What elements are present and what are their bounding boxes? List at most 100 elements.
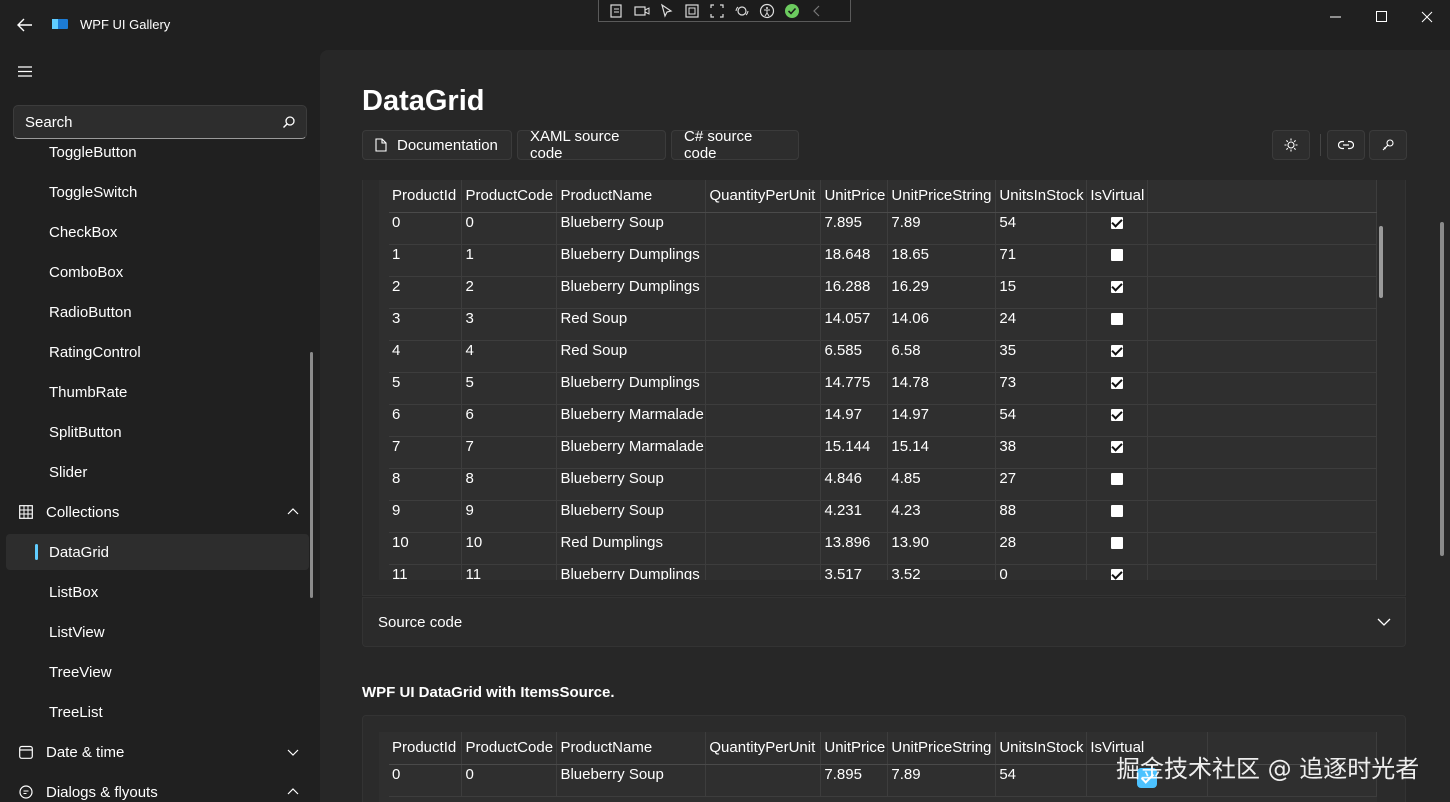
table-cell[interactable]: 16.29: [887, 276, 997, 309]
sidebar-group-dialogs-flyouts[interactable]: Dialogs & flyouts: [6, 774, 309, 802]
table-cell[interactable]: Blueberry Soup: [556, 212, 707, 245]
checkbox-unchecked[interactable]: [1111, 536, 1124, 549]
search-box[interactable]: [13, 105, 307, 139]
table-cell[interactable]: 10: [389, 532, 463, 565]
table-cell[interactable]: Blueberry Dumplings: [556, 276, 707, 309]
sidebar-item-thumbrate[interactable]: ThumbRate: [6, 374, 309, 410]
column-header[interactable]: QuantityPerUnit: [705, 180, 822, 213]
sidebar-group-collections[interactable]: Collections: [6, 494, 309, 530]
column-header[interactable]: UnitsInStock: [995, 180, 1088, 213]
table-row[interactable]: 9 9 Blueberry Soup 4.231 4.23 88: [389, 500, 1377, 533]
table-cell[interactable]: Blueberry Dumplings: [556, 564, 707, 580]
datagrid-viewport[interactable]: ProductId ProductCode ProductName QuantityP…: [379, 180, 1377, 580]
table-cell[interactable]: 11: [461, 564, 558, 580]
sidebar-item-slider[interactable]: Slider: [6, 454, 309, 490]
table-row[interactable]: 10 10 Red Dumplings 13.896 13.90 28: [389, 532, 1377, 565]
theme-toggle-button[interactable]: [1272, 130, 1310, 160]
chevron-up-icon[interactable]: [287, 787, 299, 797]
table-cell[interactable]: [705, 532, 822, 565]
column-header[interactable]: ProductName: [556, 180, 707, 213]
table-cell[interactable]: [705, 564, 822, 580]
table-cell[interactable]: 3.52: [887, 564, 997, 580]
sidebar-item-treelist[interactable]: TreeList: [6, 694, 309, 730]
table-cell[interactable]: 14.97: [887, 404, 997, 437]
column-header[interactable]: ProductCode: [461, 180, 558, 213]
table-cell[interactable]: Blueberry Dumplings: [556, 244, 707, 277]
table-cell[interactable]: [705, 340, 822, 373]
table-cell[interactable]: 4: [389, 340, 463, 373]
search-icon[interactable]: [282, 115, 296, 129]
table-cell[interactable]: 11: [389, 564, 463, 580]
adorner-icon[interactable]: [682, 2, 702, 20]
sidebar-item-toggleswitch[interactable]: ToggleSwitch: [6, 174, 309, 210]
table-cell[interactable]: 54: [995, 404, 1088, 437]
column-header[interactable]: UnitPrice: [820, 180, 889, 213]
table-cell[interactable]: Red Soup: [556, 308, 707, 341]
sidebar-item-listbox[interactable]: ListBox: [6, 574, 309, 610]
table-cell[interactable]: 14.06: [887, 308, 997, 341]
isvirtual-cell[interactable]: [1086, 308, 1149, 341]
checkbox-checked[interactable]: [1111, 408, 1124, 421]
table-cell[interactable]: 13.90: [887, 532, 997, 565]
table-cell[interactable]: 10: [461, 532, 558, 565]
sidebar-group-date-time[interactable]: Date & time: [6, 734, 309, 770]
select-element-icon[interactable]: [657, 2, 677, 20]
isvirtual-cell[interactable]: [1086, 404, 1149, 437]
column-header[interactable]: IsVirtual: [1086, 180, 1149, 213]
table-cell[interactable]: [705, 500, 822, 533]
column-header[interactable]: ProductId: [389, 732, 463, 765]
checkbox-checked[interactable]: [1111, 280, 1124, 293]
minimize-button[interactable]: [1313, 0, 1359, 34]
table-cell[interactable]: 8: [461, 468, 558, 501]
table-cell[interactable]: 0: [389, 212, 463, 245]
table-cell[interactable]: Red Dumplings: [556, 532, 707, 565]
table-cell[interactable]: 3.517: [820, 564, 889, 580]
sidebar-item-togglebutton[interactable]: ToggleButton: [6, 142, 309, 170]
table-row[interactable]: 4 4 Red Soup 6.585 6.58 35: [389, 340, 1377, 373]
table-cell[interactable]: [705, 212, 822, 245]
table-cell[interactable]: Blueberry Soup: [556, 500, 707, 533]
table-cell[interactable]: 16.288: [820, 276, 889, 309]
live-tree-icon[interactable]: [607, 2, 627, 20]
table-cell[interactable]: 3: [389, 308, 463, 341]
table-cell[interactable]: 71: [995, 244, 1088, 277]
table-cell[interactable]: 54: [995, 212, 1088, 245]
checkbox-unchecked[interactable]: [1111, 248, 1124, 261]
column-header[interactable]: UnitPrice: [820, 732, 889, 765]
copy-link-button[interactable]: [1327, 130, 1365, 160]
checkbox-checked[interactable]: [1111, 216, 1124, 229]
table-cell[interactable]: Blueberry Dumplings: [556, 372, 707, 405]
column-header[interactable]: ProductName: [556, 732, 707, 765]
table-cell[interactable]: 6.58: [887, 340, 997, 373]
sidebar-item-treeview[interactable]: TreeView: [6, 654, 309, 690]
datagrid-scrollbar[interactable]: [1379, 226, 1383, 298]
table-cell[interactable]: Blueberry Soup: [556, 764, 707, 797]
table-cell[interactable]: 73: [995, 372, 1088, 405]
checkbox-unchecked[interactable]: [1111, 472, 1124, 485]
xaml-source-button[interactable]: XAML source code: [517, 128, 666, 162]
table-row[interactable]: 11 11 Blueberry Dumplings 3.517 3.52 0: [389, 564, 1377, 580]
product-datagrid[interactable]: ProductId ProductCode ProductName QuantityP…: [389, 180, 1377, 580]
table-cell[interactable]: 0: [461, 212, 558, 245]
table-cell[interactable]: 3: [461, 308, 558, 341]
chevron-down-icon[interactable]: [287, 747, 299, 757]
sidebar-item-combobox[interactable]: ComboBox: [6, 254, 309, 290]
isvirtual-cell[interactable]: [1086, 468, 1149, 501]
table-cell[interactable]: 54: [995, 764, 1088, 797]
table-cell[interactable]: 6: [461, 404, 558, 437]
maximize-button[interactable]: [1359, 0, 1405, 34]
table-cell[interactable]: 18.648: [820, 244, 889, 277]
table-cell[interactable]: 14.97: [820, 404, 889, 437]
table-cell[interactable]: 7.89: [887, 764, 997, 797]
isvirtual-cell[interactable]: [1086, 276, 1149, 309]
table-cell[interactable]: 7: [389, 436, 463, 469]
column-header[interactable]: UnitPriceString: [887, 732, 997, 765]
hot-reload-icon[interactable]: [732, 2, 752, 20]
table-cell[interactable]: 24: [995, 308, 1088, 341]
table-row[interactable]: 5 5 Blueberry Dumplings 14.775 14.78 73: [389, 372, 1377, 405]
isvirtual-cell[interactable]: [1086, 372, 1149, 405]
column-header[interactable]: UnitPriceString: [887, 180, 997, 213]
column-header[interactable]: ProductCode: [461, 732, 558, 765]
sidebar-scrollbar[interactable]: [310, 352, 313, 598]
table-cell[interactable]: 27: [995, 468, 1088, 501]
